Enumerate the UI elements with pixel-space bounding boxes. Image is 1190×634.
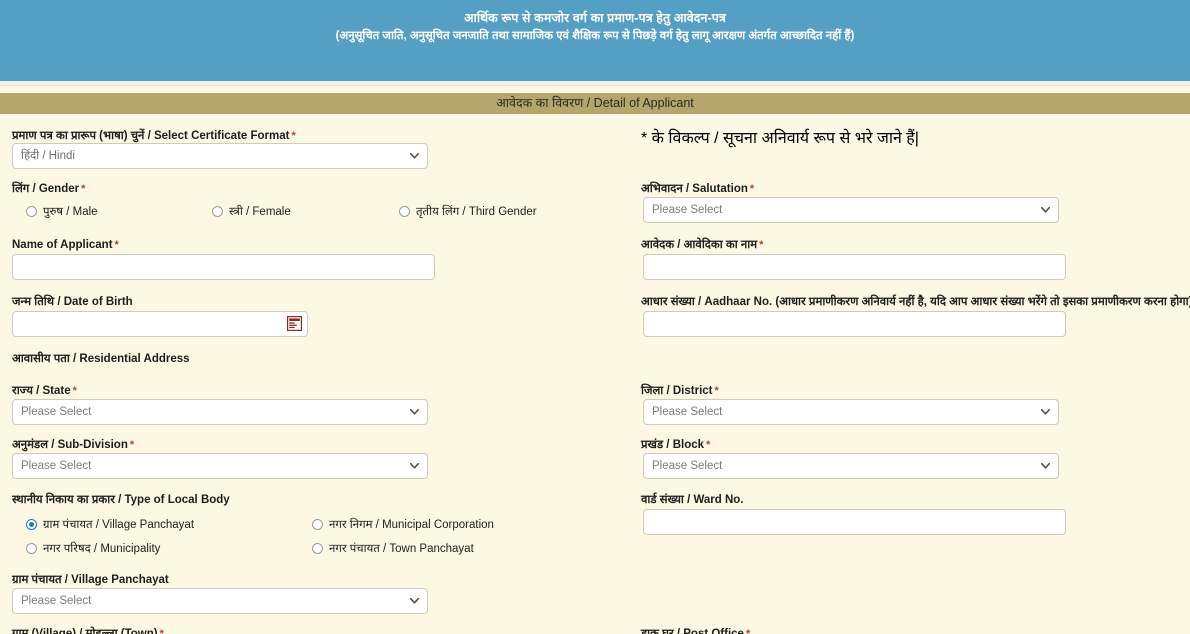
village-panchayat-label: ग्राम पंचायत / Village Panchayat (12, 570, 169, 588)
district-label-text: जिला / District (641, 385, 713, 397)
gender-option-male[interactable]: पुरुष / Male (26, 204, 98, 219)
village-panchayat-value[interactable]: Please Select (12, 588, 428, 614)
applicant-name-input[interactable] (643, 254, 1066, 280)
block-label-text: प्रखंड / Block (641, 439, 705, 451)
banner-subtitle: (अनुसूचित जाति, अनुसूचित जनजाति तथा सामा… (335, 30, 855, 42)
type-of-local-body-label: स्थानीय निकाय का प्रकार / Type of Local … (12, 490, 230, 508)
ward-no-label: वार्ड संख्या / Ward No. (641, 490, 744, 508)
post-office-label-text: डाक घर / Post Office (641, 628, 744, 634)
block-select[interactable]: Please Select (643, 453, 1059, 479)
date-of-birth-field (12, 311, 308, 337)
required-mark: * (706, 439, 711, 451)
gender-label-text: लिंग / Gender (12, 183, 80, 195)
radio-icon[interactable] (312, 543, 323, 554)
gender-option-male-label: पुरुष / Male (43, 206, 98, 218)
salutation-select[interactable]: Please Select (643, 197, 1059, 223)
radio-icon[interactable] (212, 206, 223, 217)
banner-spacer (0, 86, 1190, 93)
gender-option-third[interactable]: तृतीय लिंग / Third Gender (399, 204, 537, 219)
district-select[interactable]: Please Select (643, 399, 1059, 425)
local-body-option-town-panchayat[interactable]: नगर पंचायत / Town Panchayat (312, 541, 474, 556)
village-panchayat-select[interactable]: Please Select (12, 588, 428, 614)
residential-address-heading: आवासीय पता / Residential Address (12, 349, 190, 367)
village-town-label: ग्राम (Village) / मोहल्ला (Town) * (12, 624, 164, 634)
date-of-birth-input[interactable] (12, 311, 308, 337)
local-body-option-village-panchayat[interactable]: ग्राम पंचायत / Village Panchayat (26, 517, 194, 532)
aadhaar-input[interactable] (643, 311, 1066, 337)
district-label: जिला / District * (641, 381, 719, 399)
residential-address-heading-text: आवासीय पता / Residential Address (12, 353, 190, 365)
type-of-local-body-label-text: स्थानीय निकाय का प्रकार / Type of Local … (12, 494, 230, 506)
required-mark: * (72, 385, 77, 397)
radio-icon[interactable] (399, 206, 410, 217)
radio-icon[interactable] (312, 519, 323, 530)
name-of-applicant-label: Name of Applicant * (12, 235, 119, 253)
radio-icon[interactable] (26, 206, 37, 217)
state-label-text: राज्य / State (12, 385, 71, 397)
village-panchayat-label-text: ग्राम पंचायत / Village Panchayat (12, 574, 169, 586)
sub-division-label: अनुमंडल / Sub-Division * (12, 435, 134, 453)
local-body-option-municipal-corporation-label: नगर निगम / Municipal Corporation (329, 519, 494, 531)
date-of-birth-label: जन्म तिथि / Date of Birth (12, 292, 133, 310)
radio-icon[interactable] (26, 519, 37, 530)
aadhaar-label: आधार संख्या / Aadhaar No. (आधार प्रमाणीक… (641, 292, 1190, 310)
required-mark: * (129, 439, 135, 451)
sub-division-label-text: अनुमंडल / Sub-Division (12, 439, 128, 451)
salutation-label: अभिवादन / Salutation * (641, 179, 754, 197)
salutation-value[interactable]: Please Select (643, 197, 1059, 223)
required-mark: * (81, 183, 86, 195)
required-mark: * (291, 130, 296, 142)
aadhaar-label-text: आधार संख्या / Aadhaar No. (आधार प्रमाणीक… (641, 296, 1190, 308)
certificate-format-label-text: प्रमाण पत्र का प्रारूप (भाषा) चुनें / Se… (12, 130, 290, 142)
page-banner: आर्थिक रूप से कमजोर वर्ग का प्रमाण-पत्र … (0, 0, 1190, 81)
district-value[interactable]: Please Select (643, 399, 1059, 425)
gender-radio-group: पुरुष / Male स्त्री / Female तृतीय लिंग … (12, 204, 622, 222)
state-value[interactable]: Please Select (12, 399, 428, 425)
required-mark: * (745, 628, 751, 634)
applicant-name-label: आवेदक / आवेदिका का नाम * (641, 235, 763, 253)
local-body-option-town-panchayat-label: नगर पंचायत / Town Panchayat (329, 543, 474, 555)
section-spacer (0, 114, 1190, 122)
ward-no-input[interactable] (643, 509, 1066, 535)
local-body-option-village-panchayat-label: ग्राम पंचायत / Village Panchayat (43, 519, 195, 531)
block-value[interactable]: Please Select (643, 453, 1059, 479)
gender-option-female-label: स्त्री / Female (229, 206, 291, 218)
certificate-format-value[interactable]: हिंदी / Hindi (12, 143, 428, 169)
state-select[interactable]: Please Select (12, 399, 428, 425)
calendar-icon[interactable] (286, 315, 303, 332)
sub-division-select[interactable]: Please Select (12, 453, 428, 479)
required-mark: * (759, 239, 764, 251)
local-body-option-municipality-label: नगर परिषद / Municipality (43, 543, 161, 555)
block-label: प्रखंड / Block * (641, 435, 710, 453)
sub-division-value[interactable]: Please Select (12, 453, 428, 479)
gender-label: लिंग / Gender * (12, 179, 85, 197)
required-mark: * (749, 183, 755, 195)
local-body-option-municipal-corporation[interactable]: नगर निगम / Municipal Corporation (312, 517, 494, 532)
post-office-label: डाक घर / Post Office * (641, 624, 750, 634)
required-mark: * (159, 628, 164, 634)
ward-no-label-text: वार्ड संख्या / Ward No. (641, 494, 744, 506)
certificate-format-label: प्रमाण पत्र का प्रारूप (भाषा) चुनें / Se… (12, 126, 296, 144)
required-mark: * (114, 239, 119, 251)
village-town-label-text: ग्राम (Village) / मोहल्ला (Town) (12, 628, 158, 634)
gender-option-third-label: तृतीय लिंग / Third Gender (416, 206, 537, 218)
section-header-applicant-detail: आवेदक का विवरण / Detail of Applicant (0, 93, 1190, 114)
state-label: राज्य / State * (12, 381, 77, 399)
required-mark: * (714, 385, 719, 397)
name-of-applicant-input[interactable] (12, 254, 435, 280)
mandatory-fields-note: * के विकल्प / सूचना अनिवार्य रूप से भरे … (641, 130, 919, 147)
date-of-birth-label-text: जन्म तिथि / Date of Birth (12, 296, 133, 308)
applicant-name-label-text: आवेदक / आवेदिका का नाम (641, 239, 758, 251)
banner-title: आर्थिक रूप से कमजोर वर्ग का प्रमाण-पत्र … (463, 11, 727, 25)
radio-icon[interactable] (26, 543, 37, 554)
local-body-radio-row-2: नगर परिषद / Municipality नगर पंचायत / To… (12, 541, 622, 559)
applicant-detail-form: प्रमाण पत्र का प्रारूप (भाषा) चुनें / Se… (0, 122, 1190, 634)
local-body-radio-row-1: ग्राम पंचायत / Village Panchayat नगर निग… (12, 517, 622, 535)
gender-option-female[interactable]: स्त्री / Female (212, 204, 291, 219)
salutation-label-text: अभिवादन / Salutation (641, 183, 748, 195)
certificate-format-select[interactable]: हिंदी / Hindi (12, 143, 428, 169)
local-body-option-municipality[interactable]: नगर परिषद / Municipality (26, 541, 160, 556)
name-of-applicant-label-text: Name of Applicant (12, 239, 113, 251)
